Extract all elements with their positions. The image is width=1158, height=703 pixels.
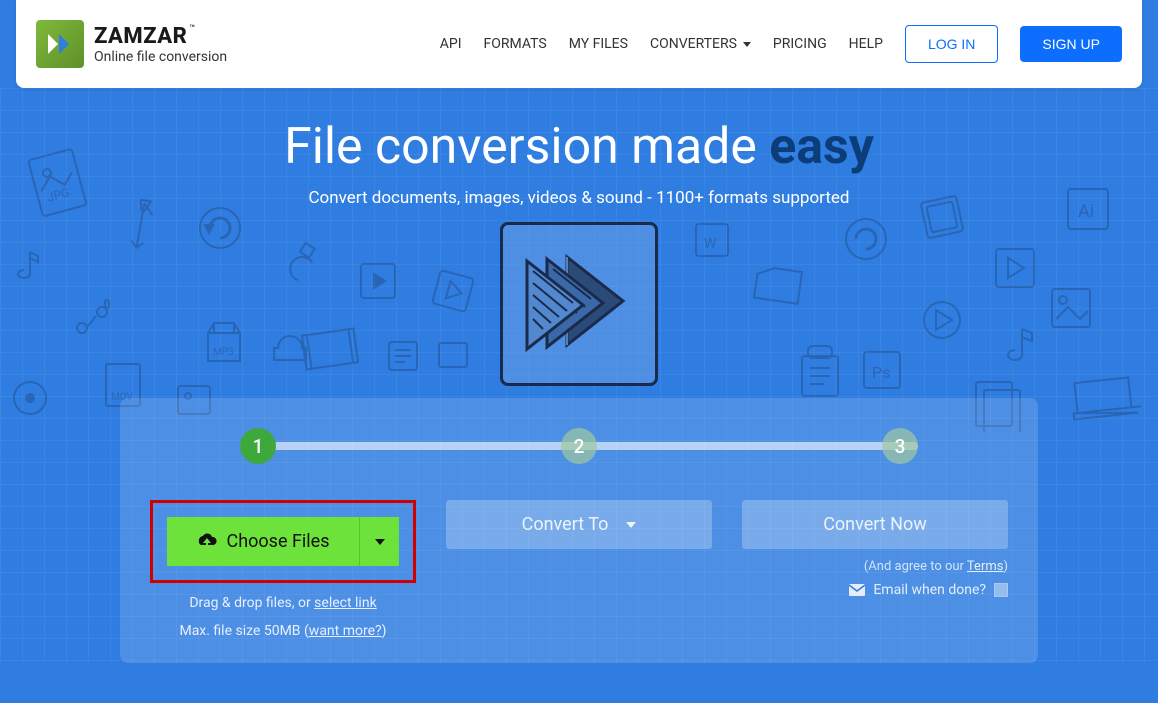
nav-api[interactable]: API bbox=[440, 36, 462, 52]
logo-text: ZAMZAR™ Online file conversion bbox=[94, 24, 227, 65]
choose-files-dropdown[interactable] bbox=[359, 517, 399, 566]
drag-drop-hint: Drag & drop files, or select link bbox=[189, 595, 376, 611]
nav-help[interactable]: HELP bbox=[849, 36, 883, 52]
step-1-badge: 1 bbox=[240, 428, 276, 464]
chevron-down-icon bbox=[743, 42, 751, 47]
svg-text:Ps: Ps bbox=[872, 363, 890, 382]
caret-down-icon bbox=[626, 522, 636, 528]
convert-to-label: Convert To bbox=[522, 514, 609, 535]
email-when-done-row: Email when done? bbox=[742, 582, 1008, 598]
login-button[interactable]: LOG IN bbox=[905, 25, 998, 63]
hero-title-emphasis: easy bbox=[769, 118, 874, 176]
email-when-done-checkbox[interactable] bbox=[994, 583, 1008, 597]
max-size-hint: Max. file size 50MB (want more?) bbox=[179, 623, 386, 639]
envelope-icon bbox=[849, 584, 865, 596]
logo[interactable]: ZAMZAR™ Online file conversion bbox=[36, 20, 227, 68]
step-3-badge: 3 bbox=[882, 428, 918, 464]
logo-icon bbox=[36, 20, 84, 68]
svg-text:W: W bbox=[704, 236, 717, 252]
brand-name: ZAMZAR bbox=[94, 24, 187, 49]
convert-now-label: Convert Now bbox=[823, 514, 927, 535]
convert-now-button[interactable]: Convert Now bbox=[742, 500, 1008, 549]
step-indicator: 1 2 3 bbox=[240, 428, 918, 464]
trademark: ™ bbox=[189, 24, 195, 34]
choose-files-button[interactable]: Choose Files bbox=[167, 517, 359, 566]
caret-down-icon bbox=[375, 539, 385, 545]
choose-files-label: Choose Files bbox=[227, 531, 330, 552]
nav-pricing[interactable]: PRICING bbox=[773, 36, 827, 52]
convert-to-button[interactable]: Convert To bbox=[446, 500, 712, 549]
step-3-column: Convert Now (And agree to our Terms) Ema… bbox=[742, 500, 1008, 639]
terms-agree: (And agree to our Terms) bbox=[742, 559, 1008, 574]
nav-my-files[interactable]: MY FILES bbox=[569, 36, 628, 52]
upload-cloud-icon bbox=[197, 533, 217, 551]
choose-files-highlight: Choose Files bbox=[150, 500, 416, 583]
step-2-badge: 2 bbox=[561, 428, 597, 464]
signup-button[interactable]: SIGN UP bbox=[1020, 26, 1122, 62]
converter-panel: 1 2 3 Choose Files Drag & drop files, or… bbox=[120, 398, 1038, 663]
want-more-link[interactable]: want more? bbox=[309, 623, 382, 639]
buttons-row: Choose Files Drag & drop files, or selec… bbox=[150, 500, 1008, 639]
hero-subtitle: Convert documents, images, videos & soun… bbox=[20, 188, 1138, 208]
header: ZAMZAR™ Online file conversion API FORMA… bbox=[16, 0, 1142, 88]
hero-illustration bbox=[500, 222, 658, 386]
step-2-column: Convert To bbox=[446, 500, 712, 639]
terms-link[interactable]: Terms bbox=[967, 559, 1004, 574]
brand-tagline: Online file conversion bbox=[94, 49, 227, 65]
nav: API FORMATS MY FILES CONVERTERS PRICING … bbox=[440, 25, 1122, 63]
hero-title: File conversion made easy bbox=[20, 118, 1138, 176]
nav-formats[interactable]: FORMATS bbox=[484, 36, 547, 52]
step-1-column: Choose Files Drag & drop files, or selec… bbox=[150, 500, 416, 639]
select-link[interactable]: select link bbox=[314, 595, 377, 611]
hero: JPG MP3 W Ps Ai MOV File conversion made… bbox=[0, 88, 1158, 663]
nav-converters[interactable]: CONVERTERS bbox=[650, 36, 751, 52]
email-when-done-label: Email when done? bbox=[873, 582, 986, 598]
svg-text:MP3: MP3 bbox=[213, 347, 234, 358]
